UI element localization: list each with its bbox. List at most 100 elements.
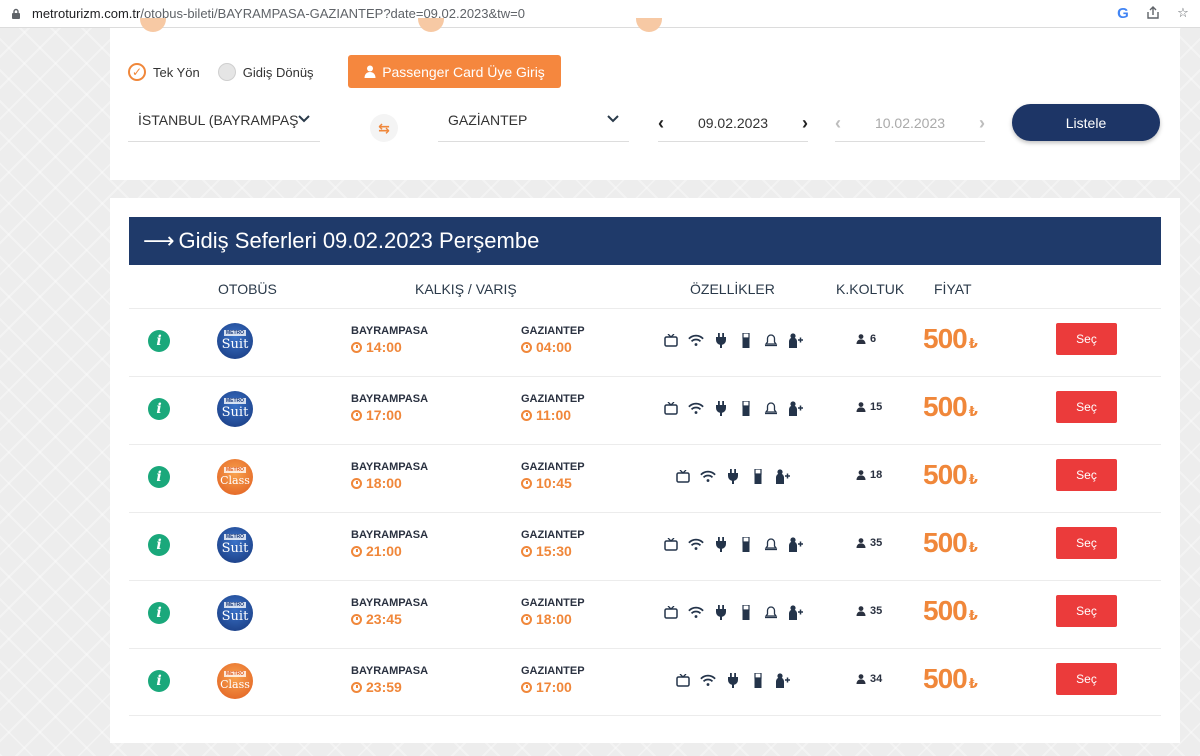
departure-stop: BAYRAMPASA 21:00	[351, 529, 428, 559]
available-seats: 35	[856, 605, 882, 617]
features-list	[663, 398, 804, 418]
person-icon	[856, 674, 866, 684]
departure-stop: BAYRAMPASA 14:00	[351, 325, 428, 355]
price-value: 500	[923, 391, 968, 422]
bus-logo: METRO Class	[217, 459, 253, 495]
available-seats: 15	[856, 401, 882, 413]
departure-stop: BAYRAMPASA 18:00	[351, 461, 428, 491]
origin-select[interactable]: İSTANBUL (BAYRAMPAŞA	[128, 110, 320, 142]
next-return-date-icon[interactable]: ›	[979, 113, 985, 134]
arrival-city: GAZIANTEP	[521, 529, 585, 541]
price: 500 ₺	[923, 391, 978, 423]
info-icon[interactable]: i	[148, 330, 170, 352]
arrival-time: 10:45	[536, 475, 572, 491]
departure-city: BAYRAMPASA	[351, 665, 429, 677]
arrival-time: 11:00	[536, 407, 572, 423]
select-button[interactable]: Seç	[1056, 391, 1117, 423]
departure-time: 18:00	[366, 475, 402, 491]
results-title: Gidiş Seferleri 09.02.2023 Perşembe	[178, 228, 540, 253]
clock-icon	[521, 545, 532, 557]
bus-type: Suit	[221, 541, 249, 556]
user-icon	[364, 65, 376, 78]
clock-icon	[351, 681, 362, 693]
arrival-stop: GAZIANTEP 18:00	[521, 597, 585, 627]
one-way-label[interactable]: Tek Yön	[153, 65, 200, 80]
bus-logo: METRO Suit	[217, 323, 253, 359]
lock-icon[interactable]	[10, 7, 22, 21]
depart-date-value: 09.02.2023	[697, 115, 769, 131]
usb-icon	[738, 604, 754, 620]
google-icon[interactable]: G	[1114, 4, 1132, 22]
features-list	[675, 670, 791, 690]
col-times: KALKIŞ / VARIŞ	[415, 281, 517, 297]
person-icon	[856, 402, 866, 412]
trip-row: i METRO Suit BAYRAMPASA 21:00 GAZIANTEP 15:30 3…	[129, 512, 1161, 580]
tv-icon	[663, 605, 679, 619]
price: 500 ₺	[923, 663, 978, 695]
wifi-icon	[700, 674, 716, 687]
results-card: ⟶ Gidiş Seferleri 09.02.2023 Perşembe OT…	[110, 198, 1180, 743]
round-trip-label[interactable]: Gidiş Dönüş	[243, 65, 314, 80]
price: 500 ₺	[923, 459, 978, 491]
list-button[interactable]: Listele	[1012, 104, 1160, 141]
arrival-time: 17:00	[536, 679, 572, 695]
round-trip-radio[interactable]	[217, 63, 236, 81]
departure-time: 23:59	[366, 679, 402, 695]
lira-icon: ₺	[968, 608, 978, 623]
departure-city: BAYRAMPASA	[351, 325, 429, 337]
plug-icon	[713, 332, 729, 348]
select-button[interactable]: Seç	[1056, 595, 1117, 627]
price: 500 ₺	[923, 595, 978, 627]
next-date-icon[interactable]: ›	[802, 113, 808, 134]
destination-select[interactable]: GAZİANTEP	[438, 110, 629, 142]
chevron-down-icon	[607, 110, 619, 126]
steward-icon	[775, 672, 791, 688]
passenger-card-button[interactable]: Passenger Card Üye Giriş	[348, 55, 561, 88]
one-way-radio[interactable]: ✓	[128, 63, 146, 81]
arrival-stop: GAZIANTEP 10:45	[521, 461, 585, 491]
lira-icon: ₺	[968, 676, 978, 691]
departure-stop: BAYRAMPASA 23:59	[351, 665, 428, 695]
wifi-icon	[688, 402, 704, 415]
clock-icon	[351, 341, 362, 353]
tv-icon	[675, 469, 691, 483]
star-icon[interactable]: ☆	[1174, 4, 1192, 22]
steward-icon	[788, 536, 804, 552]
tv-icon	[663, 401, 679, 415]
features-list	[663, 330, 804, 350]
arrival-city: GAZIANTEP	[521, 461, 585, 473]
info-icon[interactable]: i	[148, 534, 170, 556]
info-icon[interactable]: i	[148, 602, 170, 624]
info-icon[interactable]: i	[148, 466, 170, 488]
plug-icon	[725, 468, 741, 484]
depart-date-field[interactable]: ‹ 09.02.2023 ›	[658, 110, 808, 142]
select-button[interactable]: Seç	[1056, 459, 1117, 491]
share-icon[interactable]	[1144, 4, 1162, 22]
select-button[interactable]: Seç	[1056, 323, 1117, 355]
features-list	[663, 602, 804, 622]
clock-icon	[521, 409, 532, 421]
person-icon	[856, 334, 866, 344]
bell-icon	[763, 605, 779, 619]
tv-icon	[663, 537, 679, 551]
price-value: 500	[923, 459, 968, 490]
swap-button[interactable]: ⇆	[370, 114, 398, 142]
step-indicators	[130, 18, 730, 32]
wifi-icon	[688, 538, 704, 551]
info-icon[interactable]: i	[148, 398, 170, 420]
col-features: ÖZELLİKLER	[690, 281, 775, 297]
trip-row: i METRO Class BAYRAMPASA 23:59 GAZIANTEP 17:00…	[129, 648, 1161, 716]
arrival-time: 15:30	[536, 543, 572, 559]
arrival-city: GAZIANTEP	[521, 665, 585, 677]
features-list	[675, 466, 791, 486]
arrival-time: 04:00	[536, 339, 572, 355]
bus-logo-brand: METRO	[223, 467, 247, 473]
col-seats: K.KOLTUK	[836, 281, 905, 297]
bus-logo-brand: METRO	[223, 330, 247, 336]
select-button[interactable]: Seç	[1056, 527, 1117, 559]
select-button[interactable]: Seç	[1056, 663, 1117, 695]
return-date-field[interactable]: ‹ 10.02.2023 ›	[835, 110, 985, 142]
info-icon[interactable]: i	[148, 670, 170, 692]
bus-logo-brand: METRO	[223, 534, 247, 540]
departure-city: BAYRAMPASA	[351, 529, 429, 541]
